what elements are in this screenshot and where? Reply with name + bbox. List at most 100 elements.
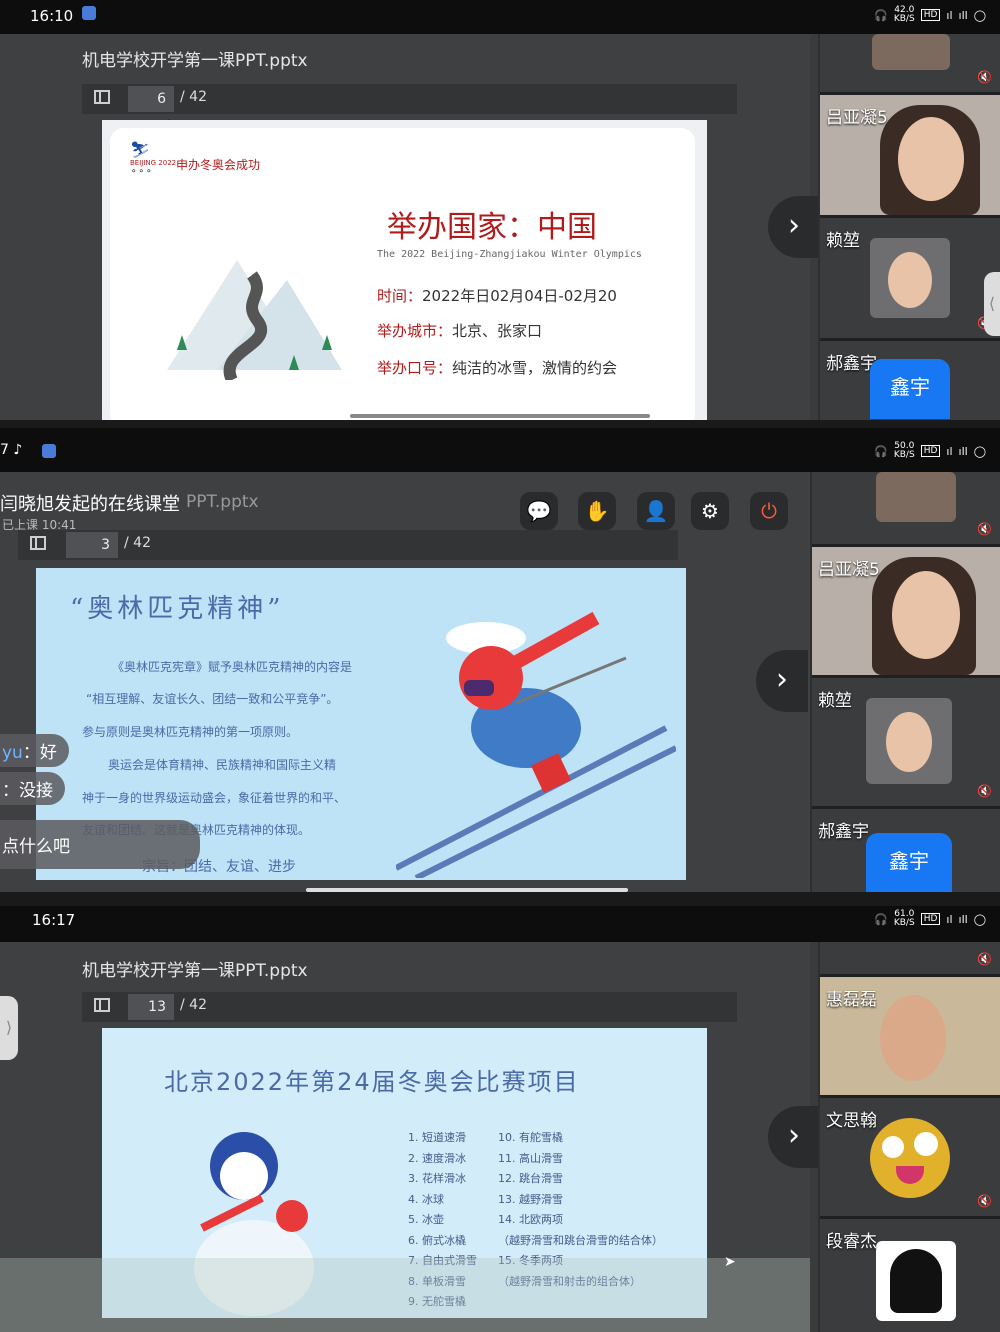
signal-icon: ıl	[946, 444, 953, 458]
participant-list: 🔇 吕亚凝5 赖堃 🔇 郝鑫宇 鑫宇 ⟨	[818, 34, 1000, 420]
raise-hand-icon[interactable]: ✋	[578, 492, 616, 530]
participant-tile[interactable]: 段睿杰	[820, 1219, 1000, 1332]
next-page-button[interactable]: ›	[768, 1106, 820, 1168]
chat-message: yu：好	[0, 734, 69, 767]
event-item: 3. 花样滑冰	[408, 1172, 466, 1185]
battery-icon: ◯	[973, 444, 986, 458]
viewer-toolbar: 13 / 42	[82, 992, 737, 1022]
participant-tile[interactable]: 郝鑫宇 鑫宇	[820, 341, 1000, 420]
page-total: / 42	[180, 89, 207, 105]
viewer-toolbar: 6 / 42	[82, 84, 737, 114]
viewer-toolbar: 3 / 42	[18, 530, 678, 560]
signal-icon: ıl	[946, 912, 953, 926]
status-icons: 🎧 50.0 KB/S HD ıl ıll ◯	[874, 442, 986, 460]
headphone-icon: 🎧	[874, 444, 888, 458]
participant-tile[interactable]: 吕亚凝5	[812, 547, 1000, 678]
participant-tile[interactable]: 赖堃 🔇	[812, 678, 1000, 809]
participant-name: 郝鑫宇	[818, 822, 869, 842]
expand-handle[interactable]: ⟩	[0, 996, 18, 1060]
bottom-overlay	[0, 1258, 810, 1332]
mic-off-icon: 🔇	[977, 1194, 992, 1208]
event-item: 2. 速度滑冰	[408, 1151, 466, 1165]
headphone-icon: 🎧	[874, 912, 888, 926]
battery-icon: ◯	[973, 8, 986, 22]
event-item: 6. 俯式冰橇	[408, 1233, 466, 1247]
hd-icon: HD	[920, 9, 941, 21]
event-item: 12. 跳台滑雪	[498, 1172, 563, 1185]
event-item: 14. 北欧两项	[498, 1213, 563, 1226]
participant-avatar: 鑫宇	[870, 359, 950, 419]
screenshot-panel-2: 7 ♪ 🎧 50.0 KB/S HD ıl ıll ◯ 闫晓旭发起的在线课堂 PP…	[0, 428, 1000, 892]
mic-off-icon: 🔇	[977, 70, 992, 84]
hd-icon: HD	[920, 445, 941, 457]
event-item: 10. 有舵雪橇	[498, 1131, 563, 1144]
participant-name: 吕亚凝5	[826, 108, 888, 128]
participant-tile[interactable]: 🔇	[812, 472, 1000, 547]
event-item: （越野滑雪和跳台滑雪的结合体）	[498, 1233, 663, 1247]
net-speed: 42.0 KB/S	[893, 5, 915, 24]
page-number-input[interactable]: 3	[66, 532, 118, 558]
signal-5g-icon: ıll	[958, 8, 968, 22]
collapse-handle[interactable]: ⟨	[984, 272, 1000, 336]
event-item: 5. 冰壶	[408, 1213, 444, 1226]
status-icons: 🎧 42.0 KB/S HD ıl ıll ◯	[874, 6, 986, 24]
status-bar: 16:10 🎧 42.0 KB/S HD ıl ıll ◯	[0, 0, 1000, 34]
chat-message: ：没接	[0, 772, 65, 805]
participant-tile[interactable]: 文思翰 🔇	[820, 1098, 1000, 1219]
participant-name: 赖堃	[818, 691, 852, 711]
status-time: 16:17	[32, 911, 76, 929]
battery-icon: ◯	[973, 912, 986, 926]
class-title: 闫晓旭发起的在线课堂	[0, 494, 180, 515]
slide-header: 申办冬奥会成功	[176, 158, 261, 172]
sidebar-toggle-icon[interactable]	[94, 998, 110, 1012]
city-line: 举办城市：北京、张家口	[377, 322, 543, 340]
time-line: 时间：2022年日02月04日-02月20	[377, 287, 617, 305]
slide-paragraph: “相互理解、友谊长久、团结一致和公平竞争”。	[86, 692, 339, 706]
participant-tile[interactable]: 吕亚凝5	[820, 95, 1000, 218]
slide-paragraph: 奥运会是体育精神、民族精神和国际主义精	[108, 758, 337, 772]
slide-title: 举办国家：中国	[387, 210, 597, 245]
event-item: 1. 短道速滑	[408, 1131, 466, 1144]
settings-gear-icon[interactable]: ⚙	[691, 492, 729, 530]
page-number-input[interactable]: 13	[128, 994, 174, 1020]
sidebar-toggle-icon[interactable]	[94, 90, 110, 104]
document-viewer: 闫晓旭发起的在线课堂 PPT.pptx 已上课 10:41 3 / 42 💬 ✋…	[0, 472, 808, 892]
next-page-button[interactable]: ›	[768, 196, 820, 258]
participant-tile[interactable]: 🔇	[820, 34, 1000, 95]
participant-list: 🔇 吕亚凝5 赖堃 🔇 郝鑫宇 鑫宇	[810, 472, 1000, 892]
headphone-icon: 🎧	[874, 8, 888, 22]
status-bar: 7 ♪ 🎧 50.0 KB/S HD ıl ıll ◯	[0, 428, 1000, 472]
participant-list: 🔇 惠磊磊 文思翰 🔇 段睿杰	[818, 942, 1000, 1332]
slide-paragraph: 参与原则是奥林匹克精神的第一项原则。	[82, 725, 299, 739]
slide-subtitle: The 2022 Beijing-Zhangjiakou Winter Olym…	[377, 249, 642, 260]
signal-icon: ıl	[946, 8, 953, 22]
screenshot-panel-1: 16:10 🎧 42.0 KB/S HD ıl ıll ◯ 机电学校开学第一课PP…	[0, 0, 1000, 420]
slogan-line: 举办口号：纯洁的冰雪，激情的约会	[377, 359, 618, 377]
status-icons-left: 7 ♪	[0, 442, 23, 458]
net-speed: 61.0 KB/S	[893, 909, 915, 928]
sidebar-toggle-icon[interactable]	[30, 536, 46, 550]
olympic-logo: ⛷ BEIJING 2022 ⚬⚬⚬	[130, 140, 177, 177]
event-item: 11. 高山滑雪	[498, 1151, 563, 1165]
mic-off-icon: 🔇	[977, 522, 992, 536]
next-page-button[interactable]: ›	[756, 650, 808, 712]
mouse-cursor-icon: ➤	[724, 1254, 736, 1270]
slide-title: 北京2022年第24届冬奥会比赛项目	[164, 1068, 580, 1096]
app-icon	[82, 6, 96, 20]
slide-paragraph: 神于一身的世界级运动盛会，象征着世界的和平、	[82, 791, 347, 805]
app-icon	[42, 444, 56, 458]
file-name: PPT.pptx	[186, 492, 259, 512]
participant-tile[interactable]: 郝鑫宇 鑫宇	[812, 809, 1000, 892]
page-number-input[interactable]: 6	[128, 86, 174, 112]
status-time: 16:10	[30, 7, 74, 25]
participant-tile[interactable]: 惠磊磊	[820, 977, 1000, 1098]
user-icon[interactable]: 👤	[637, 492, 675, 530]
participant-tile[interactable]: 赖堃 🔇	[820, 218, 1000, 341]
participant-avatar: 鑫宇	[866, 833, 952, 892]
file-name: 机电学校开学第一课PPT.pptx	[82, 961, 308, 981]
page-total: / 42	[180, 997, 207, 1013]
signal-5g-icon: ıll	[958, 444, 968, 458]
chat-icon[interactable]: 💬	[520, 492, 558, 530]
power-icon[interactable]: ⏻	[750, 492, 788, 530]
participant-tile[interactable]: 🔇	[820, 942, 1000, 977]
